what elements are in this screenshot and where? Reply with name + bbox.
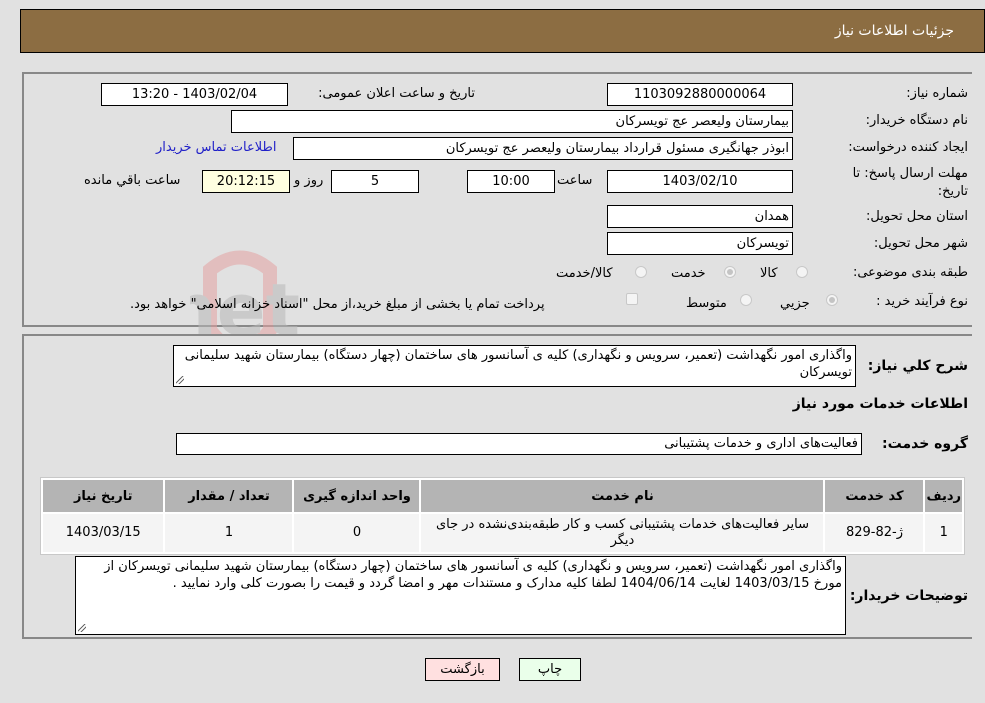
need-number-field: 1103092880000064: [607, 83, 793, 106]
deadline-label-line1: مهلت ارسال پاسخ: تا: [852, 166, 968, 181]
resize-grip-icon[interactable]: [176, 376, 184, 384]
treasury-checkbox-label: پرداخت تمام یا بخشی از مبلغ خرید،از محل …: [130, 297, 545, 312]
days-label: روز و: [294, 173, 324, 188]
summary-text: واگذاری امور نگهداشت (تعمیر، سرویس و نگه…: [184, 348, 852, 380]
buyer-org-field: بیمارستان ولیعصر عج تویسرکان: [231, 110, 793, 133]
buyer-notes-textarea[interactable]: واگذاری امور نگهداشت (تعمیر، سرویس و نگه…: [75, 556, 846, 635]
cell-service-name: سایر فعالیت‌های خدمات پشتیبانی کسب و کار…: [421, 514, 824, 552]
service-group-field: فعالیت‌های اداری و خدمات پشتیبانی: [176, 433, 862, 455]
remaining-days-field: 5: [331, 170, 419, 193]
requester-field: ابوذر جهانگیری مسئول قرارداد بیمارستان و…: [293, 137, 793, 160]
buyer-notes-text: واگذاری امور نگهداشت (تعمیر، سرویس و نگه…: [104, 559, 842, 591]
remaining-time-label: ساعت باقي مانده: [84, 173, 181, 188]
buyer-contact-link[interactable]: اطلاعات تماس خریدار: [156, 140, 276, 155]
purchase-type-label: نوع فرآیند خرید :: [876, 294, 968, 309]
col-header-service-code: کد خدمت: [825, 480, 924, 512]
remaining-time-field: 20:12:15: [202, 170, 290, 193]
deadline-time-field: 10:00: [467, 170, 555, 193]
category-option-goods: کالا: [760, 266, 778, 281]
province-field: همدان: [607, 205, 793, 228]
cell-row-number: 1: [925, 514, 962, 552]
cell-service-code: ژ-82-829: [825, 514, 924, 552]
purchase-type-option-minor: جزيي: [780, 296, 810, 311]
print-button[interactable]: چاپ: [519, 658, 581, 681]
category-option-goods-service: کالا/خدمت: [556, 266, 613, 281]
buyer-org-label: نام دستگاه خریدار:: [865, 113, 968, 128]
resize-grip-icon[interactable]: [78, 624, 86, 632]
cell-quantity: 1: [165, 514, 293, 552]
category-option-service: خدمت: [671, 266, 706, 281]
purchase-type-radio-minor[interactable]: [826, 294, 838, 306]
buyer-notes-label: توضیحات خریدار:: [849, 588, 968, 604]
deadline-label-line2: تاریخ:: [937, 184, 968, 199]
category-radio-service[interactable]: [724, 266, 736, 278]
requester-label: ایجاد کننده درخواست:: [848, 140, 968, 155]
category-radio-goods[interactable]: [796, 266, 808, 278]
col-header-unit: واحد اندازه گیری: [294, 480, 420, 512]
category-radio-goods-service[interactable]: [635, 266, 647, 278]
cell-need-date: 1403/03/15: [43, 514, 164, 552]
page-title: جزئیات اطلاعات نیاز: [834, 23, 954, 39]
page-header: جزئیات اطلاعات نیاز: [20, 9, 985, 53]
need-number-label: شماره نیاز:: [906, 86, 968, 101]
col-header-need-date: تاریخ نیاز: [43, 480, 164, 512]
purchase-type-option-medium: متوسط: [686, 296, 727, 311]
city-label: شهر محل تحویل:: [873, 236, 968, 251]
purchase-type-radio-medium[interactable]: [740, 294, 752, 306]
announce-datetime-label: تاریخ و ساعت اعلان عمومی:: [318, 86, 475, 101]
cell-unit: 0: [294, 514, 420, 552]
announce-datetime-field: 1403/02/04 - 13:20: [101, 83, 288, 106]
province-label: استان محل تحویل:: [866, 209, 968, 224]
treasury-checkbox[interactable]: [626, 293, 638, 305]
col-header-row-number: ردیف: [925, 480, 962, 512]
col-header-service-name: نام خدمت: [421, 480, 824, 512]
services-table: ردیف کد خدمت نام خدمت واحد اندازه گیری ت…: [40, 477, 965, 555]
summary-textarea[interactable]: واگذاری امور نگهداشت (تعمیر، سرویس و نگه…: [173, 345, 856, 387]
services-section-title: اطلاعات خدمات مورد نیاز: [792, 396, 968, 412]
city-field: تویسرکان: [607, 232, 793, 255]
back-button[interactable]: بازگشت: [425, 658, 500, 681]
deadline-date-field: 1403/02/10: [607, 170, 793, 193]
category-label: طبقه بندی موضوعی:: [852, 265, 968, 280]
table-header-row: ردیف کد خدمت نام خدمت واحد اندازه گیری ت…: [43, 480, 962, 512]
summary-label: شرح کلي نیاز:: [867, 358, 968, 374]
col-header-quantity: تعداد / مقدار: [165, 480, 293, 512]
deadline-time-label: ساعت: [557, 173, 593, 188]
table-row: 1 ژ-82-829 سایر فعالیت‌های خدمات پشتیبان…: [43, 514, 962, 552]
service-group-label: گروه خدمت:: [882, 436, 968, 452]
